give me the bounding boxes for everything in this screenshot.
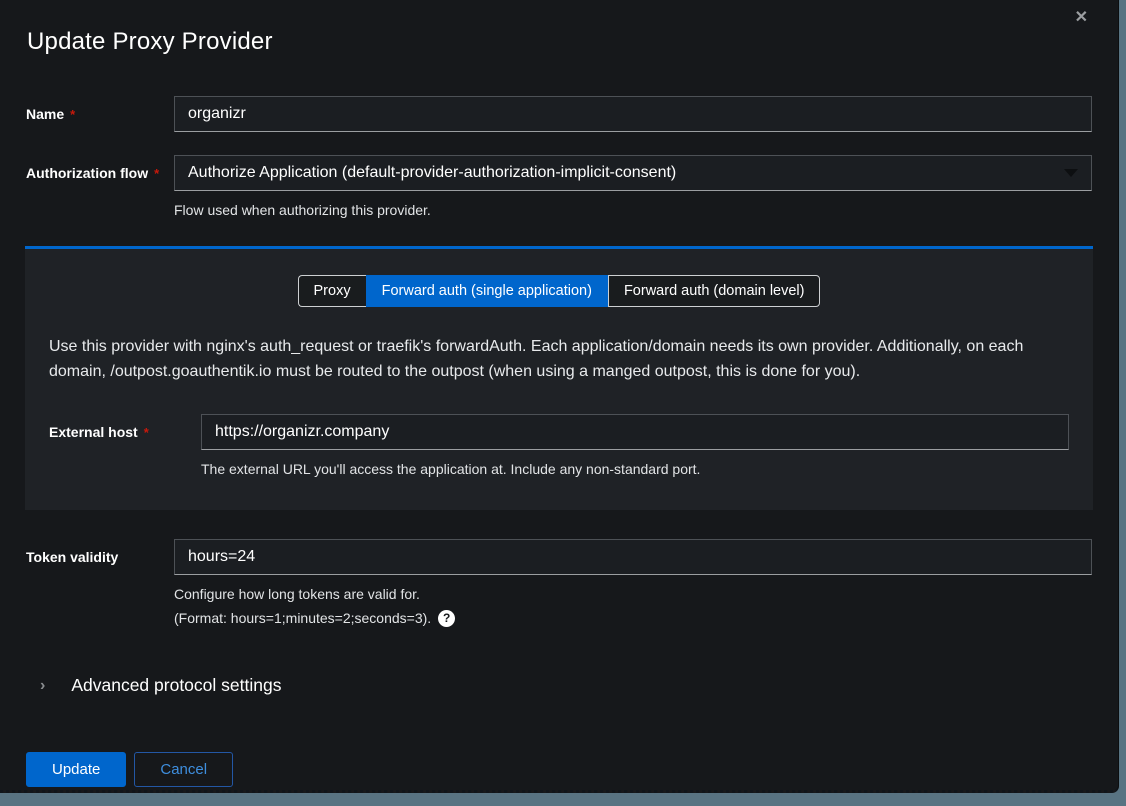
proxy-mode-tab-group: Proxy Forward auth (single application) … <box>49 275 1069 307</box>
authorization-flow-selected-value: Authorize Application (default-provider-… <box>188 164 676 182</box>
token-validity-help-line2: (Format: hours=1;minutes=2;seconds=3). ? <box>174 607 1092 629</box>
tab-forward-auth-single-application[interactable]: Forward auth (single application) <box>366 275 608 307</box>
token-validity-row: Token validity Configure how long tokens… <box>26 539 1092 629</box>
authorization-flow-label: Authorization flow* <box>26 155 174 181</box>
tab-forward-auth-domain-level[interactable]: Forward auth (domain level) <box>608 275 821 307</box>
name-input[interactable] <box>174 96 1092 132</box>
token-validity-format-text: (Format: hours=1;minutes=2;seconds=3). <box>174 607 431 629</box>
modal-footer: Update Cancel <box>26 752 1092 787</box>
external-host-label: External host* <box>49 414 201 440</box>
help-question-icon[interactable]: ? <box>438 610 455 627</box>
required-asterisk: * <box>154 166 159 181</box>
authorization-flow-select[interactable]: Authorize Application (default-provider-… <box>174 155 1092 191</box>
tab-proxy[interactable]: Proxy <box>298 275 366 307</box>
token-validity-label: Token validity <box>26 539 174 565</box>
modal-header: Update Proxy Provider ✕ <box>26 0 1092 56</box>
chevron-right-icon: › <box>40 677 45 695</box>
authorization-flow-row: Authorization flow* Authorize Applicatio… <box>26 155 1092 221</box>
mode-description: Use this provider with nginx's auth_requ… <box>49 334 1059 384</box>
external-host-help: The external URL you'll access the appli… <box>201 458 1069 480</box>
caret-down-icon <box>1064 169 1078 177</box>
update-proxy-provider-modal: Update Proxy Provider ✕ Name* Authorizat… <box>0 0 1119 793</box>
external-host-row: External host* The external URL you'll a… <box>49 414 1069 480</box>
required-asterisk: * <box>70 107 75 122</box>
close-icon[interactable]: ✕ <box>1069 4 1094 32</box>
advanced-protocol-settings-label: Advanced protocol settings <box>71 675 281 696</box>
external-host-input[interactable] <box>201 414 1069 450</box>
advanced-protocol-settings-toggle[interactable]: › Advanced protocol settings <box>40 675 281 696</box>
cancel-button[interactable]: Cancel <box>134 752 233 787</box>
modal-title: Update Proxy Provider <box>27 28 1092 56</box>
token-validity-help-line1: Configure how long tokens are valid for. <box>174 583 1092 605</box>
name-label: Name* <box>26 96 174 122</box>
update-button[interactable]: Update <box>26 752 126 787</box>
authorization-flow-help: Flow used when authorizing this provider… <box>174 199 1092 221</box>
token-validity-input[interactable] <box>174 539 1092 575</box>
proxy-mode-card: Proxy Forward auth (single application) … <box>25 246 1093 510</box>
name-field-row: Name* <box>26 96 1092 132</box>
required-asterisk: * <box>144 425 149 440</box>
